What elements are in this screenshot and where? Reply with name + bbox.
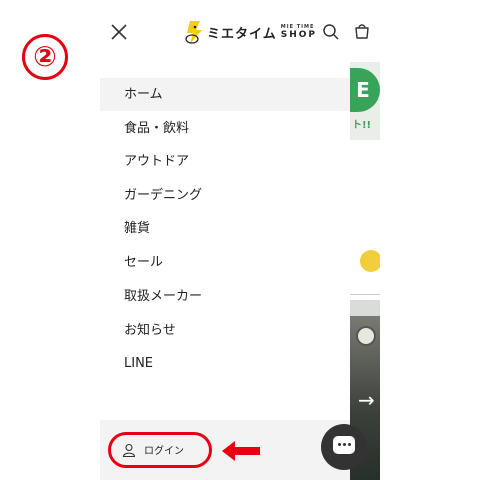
chat-icon <box>333 436 355 454</box>
cart-icon[interactable] <box>353 22 371 40</box>
login-highlight-ring <box>108 432 212 468</box>
logo-sub-bottom: SHOP <box>280 29 318 40</box>
site-logo[interactable]: ミエタイム MIE TIME SHOP <box>184 18 317 46</box>
chat-button[interactable] <box>321 424 367 470</box>
close-icon[interactable] <box>110 23 128 41</box>
menu-drawer: ホーム 食品・飲料 アウトドア ガーデニング 雑貨 セール 取扱メーカー お知ら… <box>100 62 350 480</box>
photo-disc <box>356 326 376 346</box>
menu-item-news[interactable]: お知らせ <box>100 314 350 347</box>
menu-item-sale[interactable]: セール <box>100 246 350 279</box>
background-page: E ト!! → <box>346 62 380 480</box>
divider <box>350 294 380 295</box>
arrow-left-icon <box>222 441 260 461</box>
menu-item-outdoor[interactable]: アウトドア <box>100 145 350 178</box>
banner-text: ト!! <box>352 120 372 131</box>
logo-icon <box>185 21 202 44</box>
menu-item-food-drink[interactable]: 食品・飲料 <box>100 112 350 145</box>
logo-main-text: ミエタイム <box>207 26 277 42</box>
mobile-screen: ミエタイム MIE TIME SHOP E ト!! → ホーム 食品・飲料 アウ… <box>100 0 380 480</box>
site-header: ミエタイム MIE TIME SHOP <box>100 0 380 62</box>
menu-item-makers[interactable]: 取扱メーカー <box>100 280 350 313</box>
step-marker: ② <box>22 34 68 80</box>
menu-item-gardening[interactable]: ガーデニング <box>100 179 350 212</box>
menu-item-line[interactable]: LINE <box>100 347 350 380</box>
menu-item-home[interactable]: ホーム <box>100 78 350 111</box>
background-yellow-badge <box>360 250 380 272</box>
carousel-arrow-icon: → <box>358 388 375 412</box>
search-icon[interactable] <box>322 23 340 41</box>
banner-letter: E <box>346 68 380 112</box>
background-banner: E ト!! <box>346 62 380 140</box>
menu-item-goods[interactable]: 雑貨 <box>100 212 350 245</box>
logo-sub-top: MIE TIME <box>280 23 315 30</box>
background-content <box>350 140 380 300</box>
logo-sub: MIE TIME SHOP <box>280 23 318 40</box>
